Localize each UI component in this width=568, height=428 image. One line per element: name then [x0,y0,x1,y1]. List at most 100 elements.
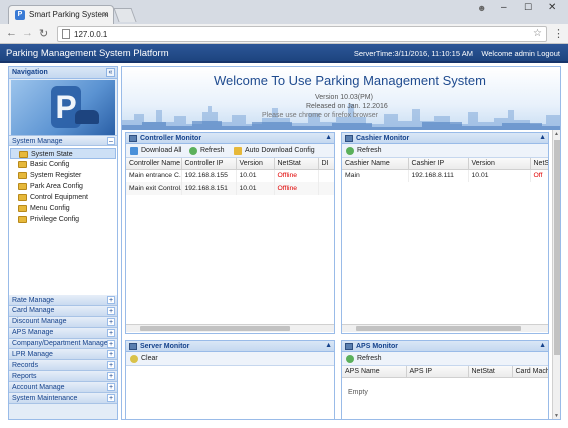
nav-item-system-state[interactable]: System State [10,148,116,159]
collapse-panel-icon[interactable]: ▲ [539,342,546,349]
refresh-button[interactable]: Refresh [346,355,382,363]
expand-group-icon[interactable]: + [107,339,115,348]
table-header-row: Cashier Name Cashier IP Version NetSt [342,158,548,170]
nav-item-park-area-config[interactable]: Park Area Config [10,181,116,192]
expand-group-icon[interactable]: + [107,372,115,381]
group-system-manage[interactable]: System Manage – [9,135,117,146]
broom-icon [130,355,138,363]
scrollbar-thumb[interactable] [554,140,560,355]
expand-group-icon[interactable]: + [107,394,115,403]
group-label: Discount Manage [12,318,67,326]
group-company-department-manage[interactable]: Company/Department Manage + [9,338,117,350]
refresh-icon [346,355,354,363]
expand-group-icon[interactable]: + [107,296,115,304]
group-rate-manage[interactable]: Rate Manage + [9,295,117,306]
back-arrow-icon[interactable]: ← [6,27,17,39]
group-lpr-manage[interactable]: LPR Manage + [9,349,117,361]
column-header[interactable]: Cashier Name [342,158,409,170]
reload-icon[interactable]: ↻ [39,27,48,40]
profile-icon[interactable]: ☻ [477,3,486,13]
expand-group-icon[interactable]: + [107,306,115,315]
minimize-icon[interactable]: – [501,2,507,13]
download-all-button[interactable]: Download All [130,147,181,155]
nav-item-basic-config[interactable]: Basic Config [10,159,116,170]
table-row[interactable]: Main 192.168.8.111 10.01 Off [342,169,548,182]
column-header[interactable]: NetStat [468,366,513,378]
group-system-maintenance[interactable]: System Maintenance + [9,393,117,404]
cashier-version: 10.01 [468,169,531,182]
group-discount-manage[interactable]: Discount Manage + [9,316,117,328]
forward-arrow-icon[interactable]: → [22,27,33,39]
nav-item-system-register[interactable]: System Register [10,170,116,181]
expand-group-icon[interactable]: + [107,328,115,337]
tab-close-icon[interactable]: × [103,9,108,19]
group-reports[interactable]: Reports + [9,371,117,383]
window-close-icon[interactable]: ✕ [548,2,556,13]
expand-group-icon[interactable]: + [107,361,115,370]
folder-icon [18,205,27,212]
navigation-title: Navigation [12,69,48,76]
clear-button[interactable]: Clear [130,355,158,363]
column-header[interactable]: Controller Name [126,158,182,170]
controller-netstat: Offline [274,182,319,195]
panel-title: Server Monitor [140,342,190,350]
maximize-icon[interactable]: ☐ [524,2,532,13]
expand-group-icon[interactable]: + [107,350,115,359]
table-row[interactable]: Main exit Control... 192.168.8.151 10.01… [126,182,334,195]
horizontal-scrollbar[interactable] [126,324,334,332]
auto-download-config-button[interactable]: Auto Download Config [234,147,315,155]
collapse-panel-icon[interactable]: ▲ [325,134,332,141]
column-header[interactable]: Version [468,158,531,170]
horizontal-scrollbar[interactable] [342,324,548,332]
nav-item-label: Control Equipment [30,193,88,201]
nav-item-menu-config[interactable]: Menu Config [10,203,116,214]
controller-version: 10.01 [236,169,275,182]
nav-item-control-equipment[interactable]: Control Equipment [10,192,116,203]
column-header[interactable]: Version [236,158,275,170]
scrollbar-thumb[interactable] [356,326,521,331]
group-card-manage[interactable]: Card Manage + [9,305,117,317]
navigation-panel: Navigation « P System Manage – System St… [8,66,118,420]
column-header[interactable]: NetStat [274,158,319,170]
column-header[interactable]: DI [318,158,334,170]
browser-tab[interactable]: P Smart Parking System × [8,5,114,24]
group-records[interactable]: Records + [9,360,117,372]
column-header[interactable]: Controller IP [181,158,237,170]
new-tab-button[interactable] [113,8,137,22]
collapse-group-icon[interactable]: – [107,137,115,145]
controller-name: Main exit Control... [126,182,182,195]
column-header[interactable]: NetSt [530,158,548,170]
nav-item-privilege-config[interactable]: Privilege Config [10,214,116,225]
group-aps-manage[interactable]: APS Manage + [9,327,117,339]
column-header[interactable]: Card Mach [512,366,548,378]
collapse-panel-icon[interactable]: ▲ [539,134,546,141]
group-account-manage[interactable]: Account Manage + [9,382,117,394]
scrollbar-thumb[interactable] [140,326,290,331]
bookmark-star-icon[interactable]: ☆ [533,28,542,39]
column-header[interactable]: APS Name [342,366,407,378]
table-row[interactable]: Main entrance C... 192.168.8.155 10.01 O… [126,169,334,182]
controller-netstat: Offline [274,169,319,182]
logout-link[interactable]: Logout [537,49,560,58]
app-header: Parking Management System Platform Serve… [0,44,568,63]
url-input[interactable]: 127.0.0.1 ☆ [57,26,547,42]
panel-header: APS Monitor ▲ [342,341,548,352]
folder-icon [18,194,27,201]
cashier-name: Main [342,169,409,182]
expand-group-icon[interactable]: + [107,317,115,326]
aps-toolbar: Refresh [342,352,548,366]
group-label: System Manage [12,137,63,145]
app-title: Parking Management System Platform [6,48,169,59]
expand-group-icon[interactable]: + [107,383,115,392]
collapse-nav-button[interactable]: « [106,68,115,77]
collapse-panel-icon[interactable]: ▲ [325,342,332,349]
column-header[interactable]: Cashier IP [408,158,469,170]
browser-menu-icon[interactable]: ⋮ [553,27,564,40]
vertical-scrollbar[interactable]: ▲ ▼ [552,130,560,419]
refresh-button[interactable]: Refresh [189,147,225,155]
group-label: Rate Manage [12,296,55,304]
column-header[interactable]: APS IP [406,366,469,378]
scroll-up-icon[interactable]: ▲ [554,131,559,137]
scroll-down-icon[interactable]: ▼ [554,413,559,419]
refresh-button[interactable]: Refresh [346,147,382,155]
